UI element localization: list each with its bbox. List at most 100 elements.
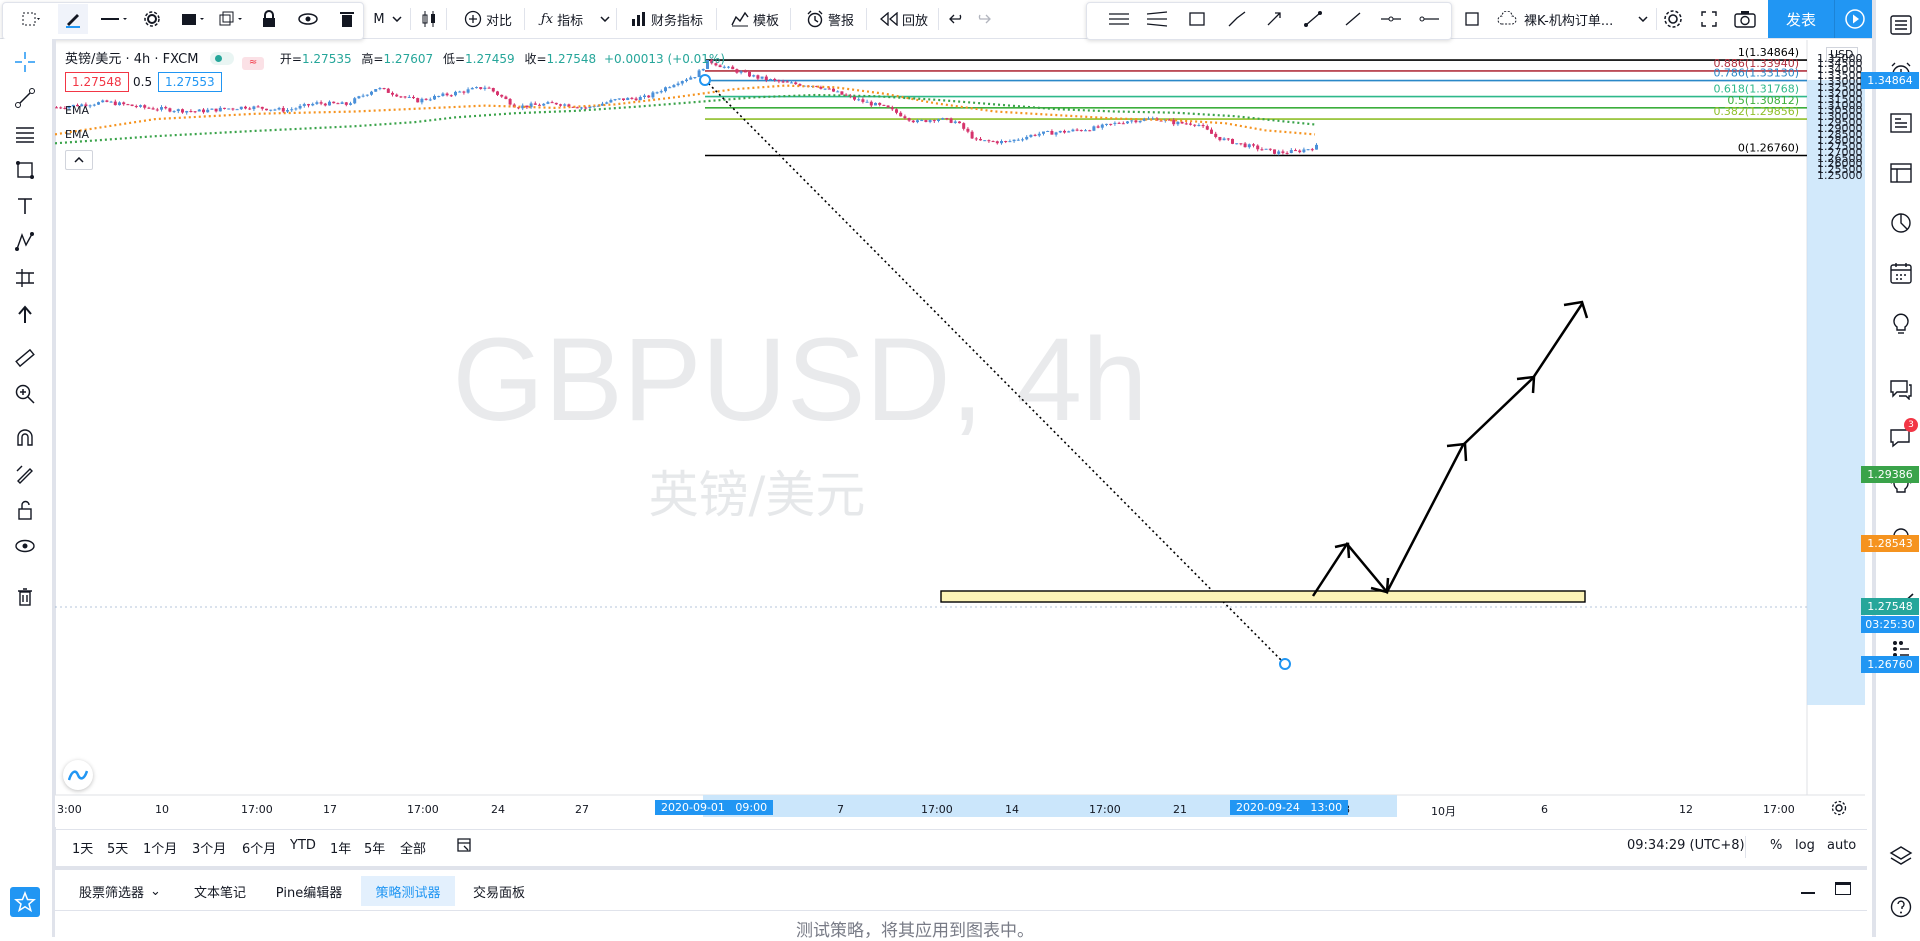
fibonacci-retracement[interactable]: 1(1.34864)0.886(1.33940)0.786(1.33130)0.… <box>705 46 1807 157</box>
fullscreen-expand-icon[interactable] <box>1696 4 1722 34</box>
watchlist-icon[interactable] <box>1888 12 1914 38</box>
notifications-chat-icon[interactable]: 3 <box>1888 418 1918 450</box>
range-button[interactable]: 6个月 <box>242 838 276 857</box>
arrow-up-tool-icon[interactable] <box>12 301 38 327</box>
favorites-star-icon[interactable] <box>10 887 40 917</box>
horizontal-ray-icon[interactable] <box>1414 4 1444 34</box>
visibility-eye-icon[interactable] <box>296 4 320 34</box>
replay-button[interactable]: 回放 <box>876 4 932 34</box>
clock-timezone[interactable]: 09:34:29 (UTC+8) <box>1627 838 1745 853</box>
bottom-panel-tab[interactable]: 交易面板 <box>459 876 539 906</box>
play-icon[interactable] <box>1834 0 1875 38</box>
goto-date-icon[interactable] <box>455 836 473 858</box>
chart-pane[interactable]: GBPUSD, 4h 英镑/美元 1(1.34864) 0.886(1.33940… <box>55 40 1919 827</box>
projection-arrow-path[interactable] <box>1311 300 1589 597</box>
interval-button[interactable]: M <box>370 4 388 34</box>
compare-button[interactable]: 对比 <box>456 4 520 34</box>
data-window-icon[interactable] <box>1888 160 1914 186</box>
log-scale-toggle[interactable]: log <box>1795 838 1815 853</box>
select-area-icon[interactable] <box>16 4 46 34</box>
crosshair-icon[interactable] <box>12 49 38 75</box>
chats-icon[interactable] <box>1888 376 1914 402</box>
candles-chart-type-icon[interactable] <box>418 4 440 34</box>
sell-price-button[interactable]: 1.27548 <box>65 72 129 92</box>
publish-button[interactable]: 发表 <box>1768 0 1834 38</box>
chevron-down-icon[interactable] <box>598 4 612 34</box>
prediction-tool-icon[interactable] <box>12 265 38 291</box>
fib-anchor-low[interactable] <box>1279 658 1291 670</box>
camera-snapshot-icon[interactable] <box>1732 4 1758 34</box>
rectangle-icon[interactable] <box>1182 4 1212 34</box>
pitchfork-icon[interactable] <box>1142 4 1172 34</box>
minimize-panel-icon[interactable] <box>1801 892 1815 894</box>
lock-icon[interactable] <box>258 4 280 34</box>
trend-line-icon[interactable] <box>1298 4 1328 34</box>
alert-button[interactable]: 警报 <box>800 4 860 34</box>
templates-button[interactable]: 模板 <box>726 4 784 34</box>
tradingview-logo-icon[interactable] <box>63 760 93 790</box>
layers-icon[interactable] <box>1888 844 1914 870</box>
axis-settings-gear-icon[interactable] <box>1829 798 1849 818</box>
symbol-legend[interactable]: 英镑/美元 · 4h · FXCM ≈ 开=1.27535 高=1.27607 … <box>65 48 725 70</box>
range-button[interactable]: 全部 <box>400 838 426 857</box>
settings-gear-icon[interactable] <box>140 4 164 34</box>
trash-icon[interactable] <box>336 4 358 34</box>
indicators-button[interactable]: ƒx 指标 <box>532 4 592 34</box>
maximize-panel-icon[interactable] <box>1835 882 1851 895</box>
bottom-panel-tab[interactable]: 文本笔记 <box>181 876 259 906</box>
rectangle-tool-icon[interactable] <box>12 157 38 183</box>
template-selector[interactable]: 裸K-机构订单... <box>1496 4 1648 34</box>
redo-icon[interactable] <box>972 4 994 34</box>
range-button[interactable]: YTD <box>290 838 316 853</box>
bottom-panel-tab[interactable]: 股票筛选器 ⌄ <box>65 876 175 906</box>
brush-icon[interactable] <box>1222 4 1252 34</box>
support-zone-rectangle[interactable] <box>940 590 1586 603</box>
ray-icon[interactable] <box>1338 4 1368 34</box>
remove-drawings-trash-icon[interactable] <box>12 583 38 609</box>
bottom-panel-tab[interactable]: Pine编辑器 <box>263 876 355 906</box>
help-question-icon[interactable] <box>1888 894 1914 920</box>
ema-legend-2[interactable]: EMA <box>65 128 89 141</box>
magnet-icon[interactable] <box>12 425 38 451</box>
pen-color-icon[interactable] <box>58 4 88 34</box>
ruler-icon[interactable] <box>12 345 38 371</box>
buy-price-button[interactable]: 1.27553 <box>158 72 222 92</box>
clone-icon[interactable] <box>216 4 246 34</box>
chevron-down-icon[interactable] <box>390 4 404 34</box>
undo-icon[interactable] <box>946 4 968 34</box>
calendar-icon[interactable] <box>1888 260 1914 286</box>
range-button[interactable]: 1年 <box>330 838 351 857</box>
financials-button[interactable]: 财务指标 <box>624 4 710 34</box>
parallel-channel-icon[interactable] <box>1104 4 1134 34</box>
percent-scale-toggle[interactable]: % <box>1770 838 1782 853</box>
range-button[interactable]: 1天 <box>72 838 93 857</box>
range-button[interactable]: 1个月 <box>143 838 177 857</box>
text-tool-icon[interactable] <box>12 193 38 219</box>
ideas-lightbulb-icon[interactable] <box>1888 310 1914 336</box>
hotlist-chart-icon[interactable] <box>1888 210 1914 236</box>
unlock-icon[interactable] <box>12 497 38 523</box>
horizontal-line-icon[interactable] <box>1376 4 1406 34</box>
collapse-legend-button[interactable] <box>65 150 93 170</box>
auto-scale-toggle[interactable]: auto <box>1827 838 1856 853</box>
fullscreen-square-icon[interactable] <box>1460 4 1484 34</box>
fill-style-icon[interactable] <box>178 4 208 34</box>
bottom-panel-tab[interactable]: 策略测试器 <box>361 876 455 906</box>
eye-icon[interactable] <box>12 533 38 559</box>
ema-legend-1[interactable]: EMA <box>65 104 89 117</box>
fib-anchor-high[interactable] <box>699 74 711 86</box>
news-icon[interactable] <box>1888 110 1914 136</box>
range-button[interactable]: 5年 <box>364 838 385 857</box>
line-style-icon[interactable] <box>98 4 130 34</box>
chevron-down-icon[interactable] <box>1636 4 1650 34</box>
horizontal-lines-tool-icon[interactable] <box>12 121 38 147</box>
drawing-mode-pencil-icon[interactable] <box>12 461 38 487</box>
range-button[interactable]: 5天 <box>107 838 128 857</box>
trend-line-tool-icon[interactable] <box>12 85 38 111</box>
arrow-pen-icon[interactable] <box>1260 4 1290 34</box>
price-chart-canvas[interactable]: GBPUSD, 4h 英镑/美元 1(1.34864)0.886(1.33940… <box>55 40 1865 827</box>
range-button[interactable]: 3个月 <box>192 838 226 857</box>
chevron-down-icon[interactable]: ⌄ <box>150 884 161 899</box>
chart-settings-gear-icon[interactable] <box>1660 4 1686 34</box>
pattern-tool-icon[interactable] <box>12 229 38 255</box>
